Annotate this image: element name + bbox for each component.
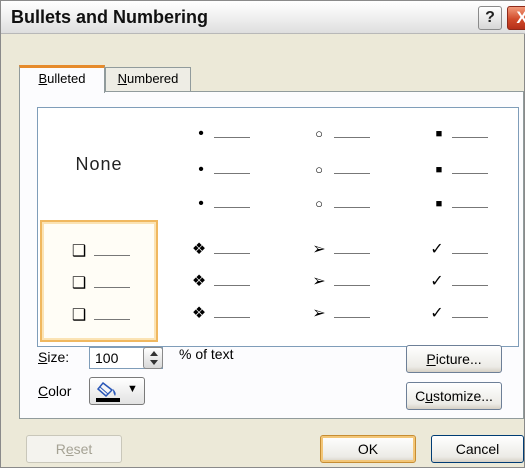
bullet-line: [94, 319, 130, 320]
customize-pre: C: [415, 388, 426, 404]
customize-button[interactable]: Customize...: [406, 382, 502, 410]
bullet-line: [214, 317, 250, 318]
filled-square-bullet-icon: ■: [435, 164, 443, 176]
bullet-style-arrowhead[interactable]: ➢ ➢ ➢: [280, 222, 398, 340]
dot-bullet-icon: •: [198, 195, 204, 212]
title-bar[interactable]: Bullets and Numbering ? X: [1, 1, 525, 34]
bullet-line: [452, 317, 488, 318]
bullet-line: [214, 173, 250, 174]
size-spinner[interactable]: [143, 347, 163, 369]
bullet-line: [334, 207, 370, 208]
tab-numbered[interactable]: Numbered: [105, 67, 191, 91]
ok-button[interactable]: OK: [320, 435, 416, 463]
dialog-title: Bullets and Numbering: [11, 7, 209, 27]
bullet-line: [334, 173, 370, 174]
size-suffix: % of text: [179, 346, 234, 362]
picture-label: icture...: [435, 351, 482, 367]
help-button[interactable]: ?: [478, 6, 502, 30]
bullet-line: [214, 137, 250, 138]
none-label: None: [75, 154, 123, 174]
bullet-line: [452, 173, 488, 174]
spin-up-icon[interactable]: [150, 351, 158, 356]
reset-button[interactable]: Reset: [26, 435, 122, 463]
bullet-line: [334, 317, 370, 318]
dot-bullet-icon: •: [198, 161, 204, 178]
hollow-circle-bullet-icon: ○: [315, 162, 323, 177]
arrowhead-bullet-icon: ➢: [312, 273, 326, 290]
color-picker-button[interactable]: ▼: [89, 377, 145, 405]
bullet-style-none[interactable]: None: [40, 110, 158, 228]
tab-numbered-label: umbered: [127, 71, 179, 86]
arrowhead-bullet-icon: ➢: [312, 241, 326, 258]
color-label-rest: olor: [48, 383, 72, 399]
customize-accel: u: [425, 388, 433, 404]
tab-bulleted-label: ulleted: [47, 71, 86, 86]
bullet-style-square[interactable]: ■ ■ ■: [400, 110, 518, 228]
hollow-square-bullet-icon: ❑: [71, 275, 87, 292]
bullet-line: [452, 137, 488, 138]
reset-label: set: [73, 441, 93, 457]
paint-bucket-icon: [96, 381, 120, 402]
hollow-square-bullet-icon: ❑: [71, 307, 87, 324]
picture-accel: P: [426, 351, 436, 367]
cancel-button[interactable]: Cancel: [431, 435, 524, 463]
checkmark-bullet-icon: ✓: [430, 241, 444, 258]
bullet-style-dot[interactable]: • • •: [160, 110, 278, 228]
bullet-style-checkmark[interactable]: ✓ ✓ ✓: [400, 222, 518, 340]
size-label-rest: ize:: [47, 349, 70, 365]
reset-accel: e: [65, 441, 74, 457]
bullet-line: [214, 285, 250, 286]
bullet-style-hollow-square[interactable]: ❑ ❑ ❑: [40, 220, 158, 342]
four-diamond-bullet-icon: ❖: [191, 241, 207, 258]
color-swatch: [96, 398, 120, 402]
tab-numbered-accel: N: [117, 71, 128, 86]
size-label-accel: S: [38, 349, 48, 365]
four-diamond-bullet-icon: ❖: [191, 273, 207, 290]
bullet-line: [94, 287, 130, 288]
bullets-numbering-dialog: Bullets and Numbering ? X Bulleted Numbe…: [0, 0, 525, 468]
picture-button[interactable]: Picture...: [406, 345, 502, 373]
bullet-line: [214, 207, 250, 208]
bullet-line: [214, 253, 250, 254]
size-label: Size:: [38, 349, 69, 365]
bullet-line: [334, 137, 370, 138]
bullet-line: [334, 285, 370, 286]
tab-bulleted-accel: B: [38, 71, 48, 86]
bullet-style-gallery: None • • • ○ ○ ○ ■ ■ ■ ❑ ❑ ❑ ❖ ❖ ❖ ➢ ➢ ➢…: [37, 107, 519, 347]
four-diamond-bullet-icon: ❖: [191, 305, 207, 322]
bullet-line: [452, 285, 488, 286]
bullet-line: [452, 207, 488, 208]
checkmark-bullet-icon: ✓: [430, 305, 444, 322]
color-label: Color: [38, 383, 71, 399]
customize-label: stomize...: [433, 388, 493, 404]
color-label-accel: C: [38, 383, 49, 399]
checkmark-bullet-icon: ✓: [430, 273, 444, 290]
tab-bulleted[interactable]: Bulleted: [19, 65, 105, 93]
close-button[interactable]: X: [507, 6, 525, 30]
dot-bullet-icon: •: [198, 125, 204, 142]
bullet-style-circle[interactable]: ○ ○ ○: [280, 110, 398, 228]
hollow-circle-bullet-icon: ○: [315, 196, 323, 211]
bullet-line: [94, 255, 130, 256]
bullet-line: [452, 253, 488, 254]
filled-square-bullet-icon: ■: [435, 198, 443, 210]
spin-down-icon[interactable]: [150, 360, 158, 365]
bullet-line: [334, 253, 370, 254]
arrowhead-bullet-icon: ➢: [312, 305, 326, 322]
dropdown-arrow-icon: ▼: [127, 383, 138, 395]
filled-square-bullet-icon: ■: [435, 128, 443, 140]
hollow-square-bullet-icon: ❑: [71, 243, 87, 260]
hollow-circle-bullet-icon: ○: [315, 126, 323, 141]
bullet-style-diamonds[interactable]: ❖ ❖ ❖: [160, 222, 278, 340]
reset-pre: R: [55, 441, 66, 457]
